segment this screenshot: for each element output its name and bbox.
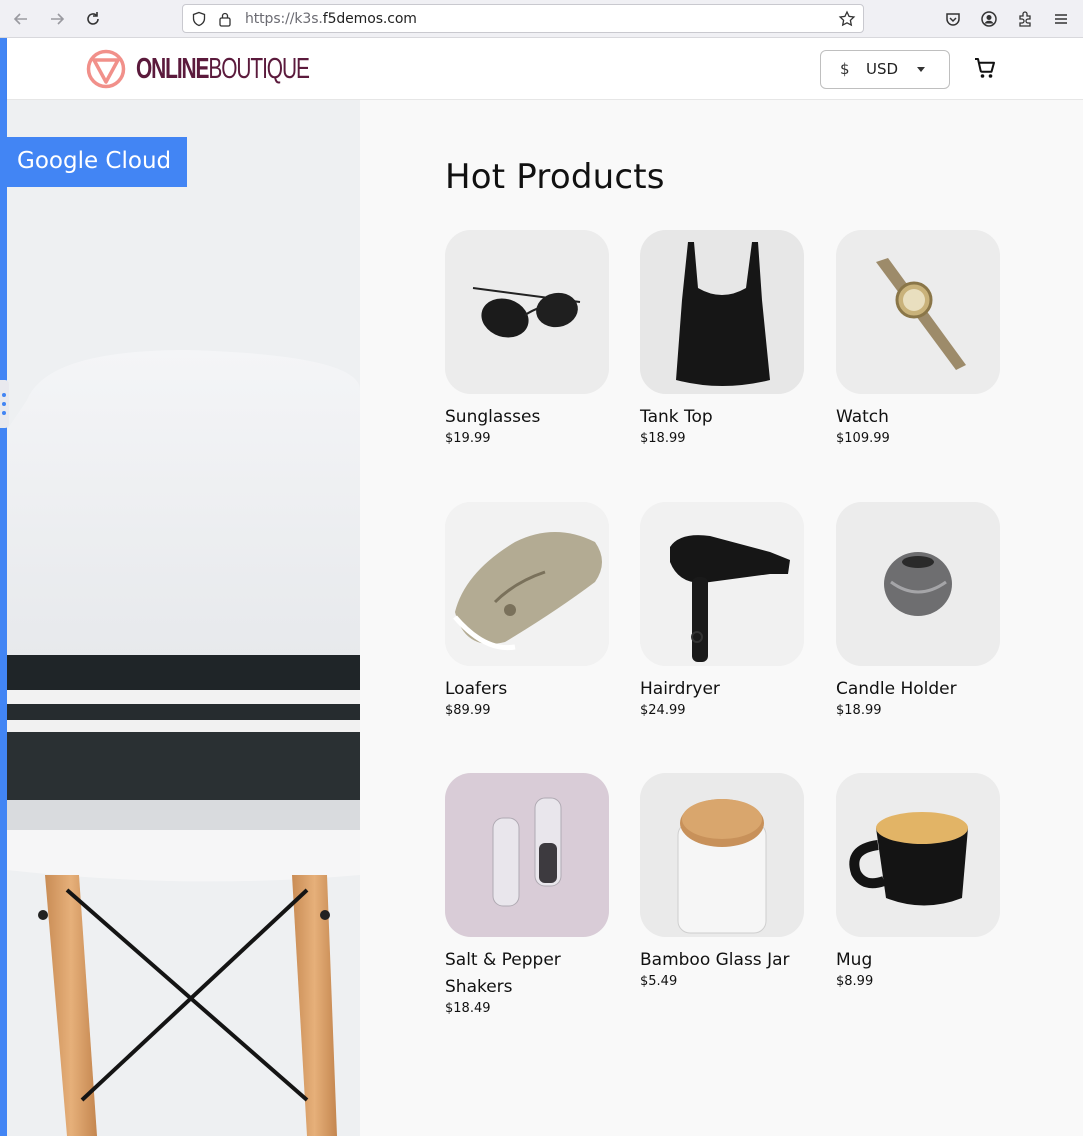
- watch-image[interactable]: [836, 230, 1000, 394]
- product-card-watch[interactable]: Watch $109.99: [836, 230, 1000, 446]
- product-card-loafers[interactable]: Loafers $89.99: [445, 502, 609, 718]
- product-card-candle-holder[interactable]: Candle Holder $18.99: [836, 502, 1000, 718]
- currency-symbol: $: [840, 60, 850, 78]
- product-name[interactable]: Bamboo Glass Jar: [640, 947, 804, 974]
- mug-image[interactable]: [836, 773, 1000, 937]
- chevron-down-icon: [917, 67, 925, 72]
- logo-mark-icon: [86, 49, 126, 89]
- logo[interactable]: ONLINEBOUTIQUE: [86, 48, 376, 90]
- site-header: ONLINEBOUTIQUE $ USD: [7, 38, 1083, 100]
- hairdryer-image[interactable]: [640, 502, 804, 666]
- browser-toolbar: https://k3s.f5demos.com: [0, 0, 1083, 38]
- product-name[interactable]: Loafers: [445, 676, 609, 703]
- product-price: $24.99: [640, 703, 686, 718]
- product-price: $89.99: [445, 703, 491, 718]
- reload-icon[interactable]: [82, 8, 104, 30]
- forward-icon[interactable]: [46, 8, 68, 30]
- candle-holder-image[interactable]: [836, 502, 1000, 666]
- back-icon[interactable]: [10, 8, 32, 30]
- salt-pepper-image[interactable]: [445, 773, 609, 937]
- hero-image: Google Cloud: [7, 100, 360, 1136]
- account-icon[interactable]: [978, 8, 1000, 30]
- product-price: $18.99: [836, 703, 882, 718]
- cart-icon[interactable]: [973, 56, 997, 80]
- logo-text: ONLINEBOUTIQUE: [136, 52, 310, 85]
- sidebar-toggle-handle[interactable]: [0, 380, 9, 428]
- product-card-bamboo-glass-jar[interactable]: Bamboo Glass Jar $5.49: [640, 773, 804, 989]
- product-name[interactable]: Candle Holder: [836, 676, 1000, 703]
- product-card-tank-top[interactable]: Tank Top $18.99: [640, 230, 804, 446]
- chair-image: [7, 100, 360, 1136]
- main-content: Hot Products Sunglasses $19.99 Tank Top …: [360, 100, 1083, 1136]
- product-price: $19.99: [445, 431, 491, 446]
- bookmark-star-icon[interactable]: [838, 10, 856, 32]
- sidebar-strip: [0, 38, 7, 1136]
- pocket-icon[interactable]: [942, 8, 964, 30]
- url-bar[interactable]: https://k3s.f5demos.com: [182, 4, 864, 33]
- extensions-icon[interactable]: [1014, 8, 1036, 30]
- product-name[interactable]: Watch: [836, 404, 1000, 431]
- product-name[interactable]: Tank Top: [640, 404, 804, 431]
- google-cloud-badge: Google Cloud: [7, 137, 187, 187]
- product-card-mug[interactable]: Mug $8.99: [836, 773, 1000, 989]
- lock-icon[interactable]: [218, 11, 232, 31]
- product-price: $18.99: [640, 431, 686, 446]
- currency-selector[interactable]: $ USD: [820, 50, 950, 89]
- product-card-salt-pepper-shakers[interactable]: Salt & Pepper Shakers $18.49: [445, 773, 609, 1016]
- product-name[interactable]: Mug: [836, 947, 1000, 974]
- sunglasses-image[interactable]: [445, 230, 609, 394]
- product-card-sunglasses[interactable]: Sunglasses $19.99: [445, 230, 609, 446]
- loafers-image[interactable]: [445, 502, 609, 666]
- product-name[interactable]: Sunglasses: [445, 404, 609, 431]
- url-text[interactable]: https://k3s.f5demos.com: [245, 11, 417, 27]
- tank-top-image[interactable]: [640, 230, 804, 394]
- bamboo-jar-image[interactable]: [640, 773, 804, 937]
- product-price: $8.99: [836, 974, 874, 989]
- shield-icon[interactable]: [191, 11, 207, 31]
- page-title: Hot Products: [445, 157, 665, 197]
- menu-icon[interactable]: [1050, 8, 1072, 30]
- product-name[interactable]: Salt & Pepper Shakers: [445, 947, 609, 1001]
- product-name[interactable]: Hairdryer: [640, 676, 804, 703]
- currency-code: USD: [866, 60, 899, 78]
- product-price: $5.49: [640, 974, 678, 989]
- product-price: $18.49: [445, 1001, 491, 1016]
- product-card-hairdryer[interactable]: Hairdryer $24.99: [640, 502, 804, 718]
- product-price: $109.99: [836, 431, 890, 446]
